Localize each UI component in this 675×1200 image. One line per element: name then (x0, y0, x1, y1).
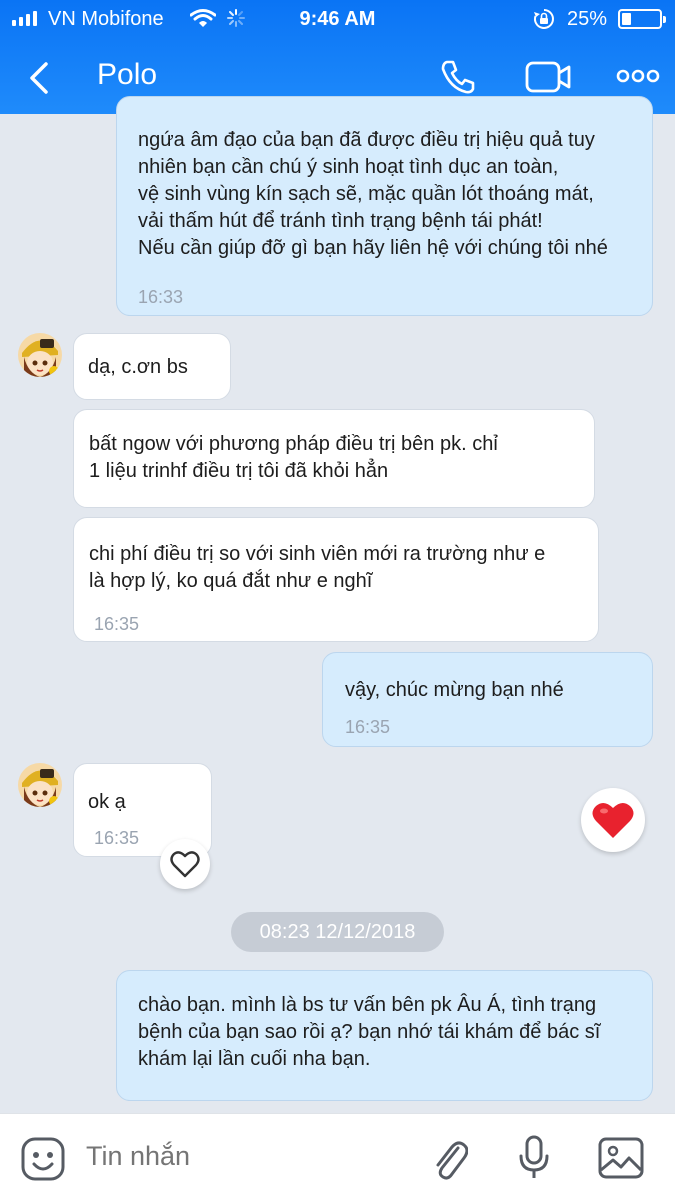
message-bubble-outgoing[interactable]: vậy, chúc mừng bạn nhé 16:35 (322, 652, 653, 747)
message-text: ok ạ (88, 791, 126, 813)
video-camera-icon[interactable] (524, 57, 572, 97)
smiley-icon[interactable] (20, 1136, 66, 1182)
avatar-image (18, 763, 62, 807)
status-bar: VN Mobifone 9:46 AM 25% (0, 0, 675, 36)
message-bubble-incoming[interactable]: bất ngow với phương pháp điều trị bên pk… (73, 409, 595, 508)
message-timestamp: 16:33 (138, 287, 184, 307)
react-button[interactable] (160, 839, 210, 889)
message-text: dạ, c.ơn bs (88, 356, 188, 378)
phone-icon[interactable] (438, 57, 478, 97)
heart-filled-icon (592, 802, 634, 838)
heart-outline-icon (170, 851, 200, 878)
contact-name[interactable]: Polo (97, 58, 157, 92)
message-timestamp: 16:35 (94, 614, 140, 634)
message-text: chi phí điều trị so với sinh viên mới ra… (89, 543, 546, 592)
paperclip-icon[interactable] (428, 1134, 468, 1182)
message-bubble-outgoing[interactable]: chào bạn. mình là bs tư vấn bên pk Âu Á,… (116, 970, 653, 1101)
microphone-icon[interactable] (516, 1134, 552, 1182)
message-text: chào bạn. mình là bs tư vấn bên pk Âu Á,… (138, 994, 601, 1070)
heart-reaction-button[interactable] (581, 788, 645, 852)
battery-icon (618, 9, 666, 29)
date-separator: 08:23 12/12/2018 (231, 912, 444, 952)
message-text: bất ngow với phương pháp điều trị bên pk… (89, 433, 498, 482)
message-text: ngứa âm đạo của bạn đã được điều trị hiệ… (138, 129, 608, 259)
contact-avatar[interactable] (18, 333, 62, 377)
message-input-bar (0, 1113, 675, 1200)
more-options-icon[interactable] (614, 64, 662, 88)
contact-avatar[interactable] (18, 763, 62, 807)
message-bubble-incoming[interactable]: dạ, c.ơn bs (73, 333, 231, 400)
back-chevron-icon[interactable] (22, 58, 58, 98)
message-input[interactable] (86, 1141, 406, 1172)
battery-percentage: 25% (567, 8, 608, 30)
message-timestamp: 16:35 (345, 717, 391, 737)
image-icon[interactable] (597, 1136, 645, 1180)
message-bubble-outgoing[interactable]: ngứa âm đạo của bạn đã được điều trị hiệ… (116, 96, 653, 316)
orientation-lock-icon (534, 9, 554, 29)
message-bubble-incoming[interactable]: chi phí điều trị so với sinh viên mới ra… (73, 517, 599, 642)
avatar-image (18, 333, 62, 377)
message-timestamp: 16:35 (94, 828, 140, 848)
message-text: vậy, chúc mừng bạn nhé (345, 679, 564, 701)
